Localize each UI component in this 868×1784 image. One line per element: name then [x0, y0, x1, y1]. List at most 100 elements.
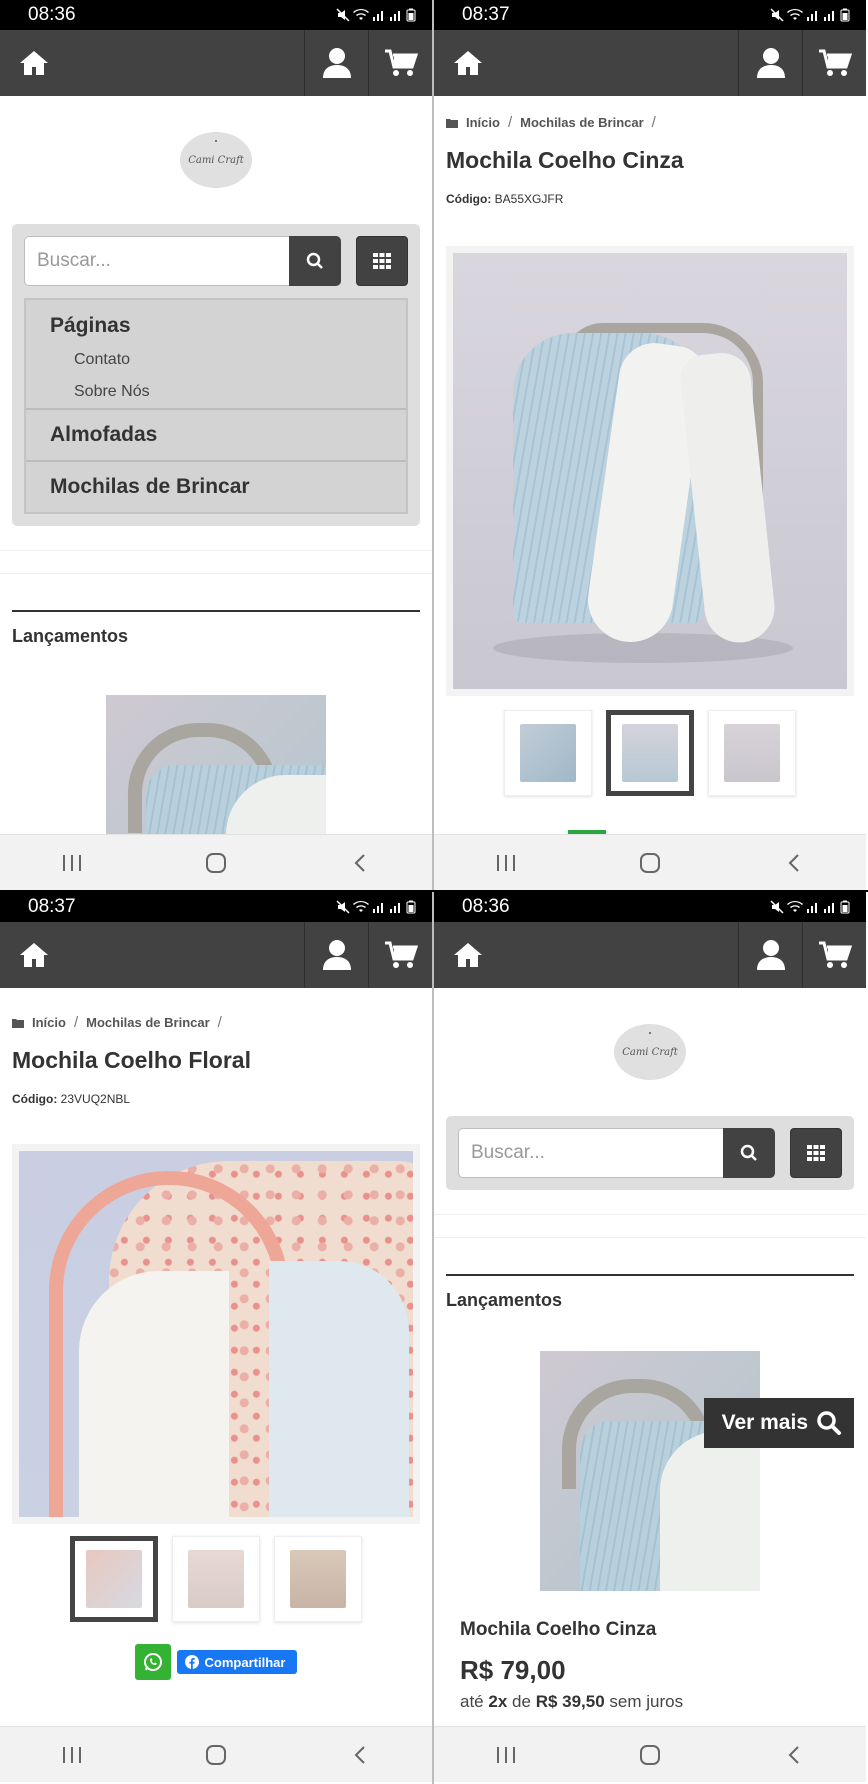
breadcrumb-inicio[interactable]: Início	[466, 115, 500, 130]
product-main-image[interactable]	[453, 253, 847, 689]
user-icon	[756, 940, 785, 970]
thumbnail-1[interactable]	[504, 710, 592, 796]
wifi-icon	[787, 900, 803, 912]
home-icon	[20, 943, 48, 967]
status-icons	[770, 8, 850, 22]
battery-icon	[840, 900, 850, 914]
ver-mais-button[interactable]: Ver mais	[703, 1398, 854, 1448]
thumbnail-3[interactable]	[708, 710, 796, 796]
home-button[interactable]	[0, 30, 68, 96]
search-icon	[306, 252, 323, 269]
page-content: Cami Craft Buscar... Lançamentos Mochila…	[434, 988, 866, 1726]
account-button[interactable]	[738, 922, 802, 988]
android-home-button[interactable]	[186, 1735, 246, 1775]
menu-item-contato[interactable]: Contato	[26, 344, 406, 376]
product-main-image[interactable]	[19, 1151, 413, 1517]
menu-item-almofadas[interactable]: Almofadas	[26, 408, 406, 460]
android-home-button[interactable]	[620, 1735, 680, 1775]
store-logo[interactable]: Cami Craft	[614, 1024, 686, 1080]
search-input[interactable]: Buscar...	[458, 1128, 723, 1178]
folder-icon	[446, 118, 458, 128]
android-home-button[interactable]	[620, 843, 680, 883]
signal-icon	[390, 11, 400, 21]
code-label: Código:	[12, 1092, 58, 1106]
facebook-share-button[interactable]: Compartilhar	[176, 1650, 298, 1674]
menu-item-sobre-nos[interactable]: Sobre Nós	[26, 376, 406, 408]
signal-icon	[824, 11, 834, 21]
product-code: Código: 23VUQ2NBL	[0, 1074, 432, 1106]
page-content: Início / Mochilas de Brincar / Mochila C…	[434, 96, 866, 834]
back-chevron-icon	[788, 1745, 799, 1764]
recent-apps-button[interactable]	[476, 1735, 536, 1775]
code-label: Código:	[446, 192, 492, 206]
section-title-lancamentos: Lançamentos	[446, 1290, 563, 1310]
product-card-image[interactable]	[540, 1351, 760, 1591]
back-chevron-icon	[354, 853, 365, 872]
menu-item-mochilas[interactable]: Mochilas de Brincar	[26, 460, 406, 512]
android-back-button[interactable]	[330, 1735, 390, 1775]
cart-button[interactable]	[802, 30, 866, 96]
wifi-icon	[787, 8, 803, 20]
breadcrumb: Início / Mochilas de Brincar /	[0, 988, 432, 1031]
share-label: Compartilhar	[204, 1654, 286, 1670]
store-logo[interactable]: Cami Craft	[180, 132, 252, 188]
status-icons	[336, 8, 416, 22]
installment-mid: de	[512, 1692, 531, 1711]
recent-apps-button[interactable]	[42, 1735, 102, 1775]
breadcrumb-inicio[interactable]: Início	[32, 1015, 66, 1030]
account-button[interactable]	[304, 922, 368, 988]
cart-button[interactable]	[802, 922, 866, 988]
logo-area: Cami Craft	[0, 96, 432, 224]
categories-grid-button[interactable]	[356, 236, 408, 286]
breadcrumb-separator: /	[217, 1014, 222, 1031]
account-button[interactable]	[738, 30, 802, 96]
breadcrumb: Início / Mochilas de Brincar /	[434, 96, 866, 131]
breadcrumb-separator: /	[507, 114, 513, 131]
recent-apps-button[interactable]	[42, 843, 102, 883]
home-button[interactable]	[434, 922, 502, 988]
thumbnail-2[interactable]	[172, 1536, 260, 1622]
home-button[interactable]	[0, 922, 68, 988]
status-time: 08:37	[28, 896, 76, 917]
search-input[interactable]: Buscar...	[24, 236, 289, 286]
cart-icon	[384, 941, 418, 968]
circle-home-icon	[206, 852, 226, 873]
whatsapp-icon	[143, 1653, 162, 1671]
thumbnail-1[interactable]	[70, 1536, 158, 1622]
menu-pages-header[interactable]: Páginas	[26, 300, 406, 344]
product-card-name[interactable]: Mochila Coelho Cinza	[434, 1591, 866, 1641]
search-button[interactable]	[723, 1128, 775, 1178]
product-title: Mochila Coelho Floral	[12, 1047, 251, 1073]
android-home-button[interactable]	[186, 843, 246, 883]
cart-icon	[384, 49, 418, 76]
circle-home-icon	[206, 1744, 226, 1765]
cart-button[interactable]	[368, 922, 432, 988]
categories-grid-button[interactable]	[790, 1128, 842, 1178]
status-icons	[770, 900, 850, 914]
mute-icon	[770, 8, 784, 22]
thumbnail-strip	[0, 1536, 432, 1622]
installment-count: 2x	[488, 1692, 508, 1711]
recent-apps-button[interactable]	[476, 843, 536, 883]
home-button[interactable]	[434, 30, 502, 96]
search-icon	[740, 1144, 757, 1161]
home-icon	[454, 943, 482, 967]
screenshot-divider-horizontal	[0, 890, 868, 892]
account-button[interactable]	[304, 30, 368, 96]
facebook-icon	[184, 1655, 199, 1669]
thumbnail-2[interactable]	[606, 710, 694, 796]
whatsapp-share-button[interactable]	[134, 1644, 171, 1680]
search-button[interactable]	[289, 236, 341, 286]
android-back-button[interactable]	[764, 843, 824, 883]
battery-icon	[406, 8, 416, 22]
cart-icon	[818, 941, 852, 968]
wifi-icon	[353, 8, 369, 20]
product-image[interactable]	[106, 695, 326, 834]
android-back-button[interactable]	[764, 1735, 824, 1775]
android-back-button[interactable]	[330, 843, 390, 883]
cart-button[interactable]	[368, 30, 432, 96]
breadcrumb-category[interactable]: Mochilas de Brincar	[86, 1015, 210, 1030]
thumbnail-3[interactable]	[274, 1536, 362, 1622]
breadcrumb-category[interactable]: Mochilas de Brincar	[520, 115, 644, 130]
circle-home-icon	[640, 852, 660, 873]
